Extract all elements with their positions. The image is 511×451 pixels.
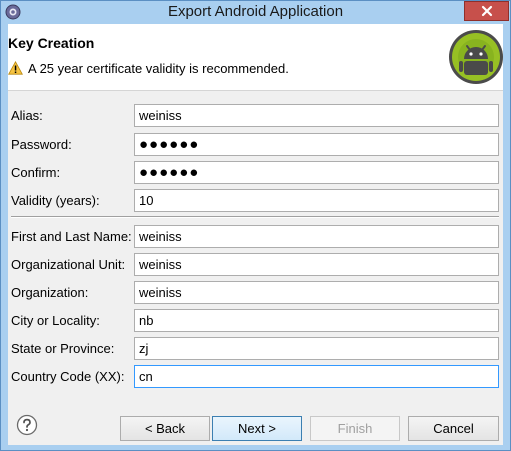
validity-label: Validity (years): [11,193,100,208]
finish-button[interactable]: Finish [310,416,400,441]
warning-icon [8,61,23,75]
org-unit-label: Organizational Unit: [11,257,126,272]
close-button[interactable] [464,1,509,21]
cancel-button[interactable]: Cancel [408,416,499,441]
name-label: First and Last Name: [11,229,132,244]
org-unit-row: Organizational Unit: [8,253,503,277]
country-code-input[interactable] [134,365,499,388]
warning-message: A 25 year certificate validity is recomm… [28,61,289,76]
title-bar[interactable]: Export Android Application [1,1,510,24]
back-button[interactable]: < Back [120,416,210,441]
alias-row: Alias: [8,104,503,128]
next-button[interactable]: Next > [212,416,302,441]
confirm-row: Confirm: [8,161,503,185]
city-row: City or Locality: [8,309,503,333]
wizard-banner: Key Creation A 25 year certificate valid… [8,24,503,91]
organization-label: Organization: [11,285,89,300]
alias-label: Alias: [11,108,43,123]
android-logo-icon [449,30,503,84]
country-label: Country Code (XX): [11,369,125,384]
city-label: City or Locality: [11,313,100,328]
city-input[interactable] [134,309,499,332]
confirm-label: Confirm: [11,165,61,180]
name-row: First and Last Name: [8,225,503,249]
section-separator [11,216,499,218]
confirm-password-input[interactable] [134,161,499,184]
close-icon [481,5,492,17]
help-icon[interactable] [16,414,38,436]
organization-input[interactable] [134,281,499,304]
country-row: Country Code (XX): [8,365,503,389]
window-title: Export Android Application [167,3,344,20]
dialog-client-area: Key Creation A 25 year certificate valid… [8,24,503,445]
validity-input[interactable] [134,189,499,212]
state-row: State or Province: [8,337,503,361]
state-label: State or Province: [11,341,115,356]
first-last-name-input[interactable] [134,225,499,248]
state-input[interactable] [134,337,499,360]
validity-row: Validity (years): [8,189,503,213]
org-unit-input[interactable] [134,253,499,276]
alias-input[interactable] [134,104,499,127]
password-label: Password: [11,137,72,152]
page-title: Key Creation [8,35,95,51]
password-input[interactable] [134,133,499,156]
export-dialog-window: Export Android Application Key Creation … [0,0,511,451]
organization-row: Organization: [8,281,503,305]
password-row: Password: [8,133,503,157]
